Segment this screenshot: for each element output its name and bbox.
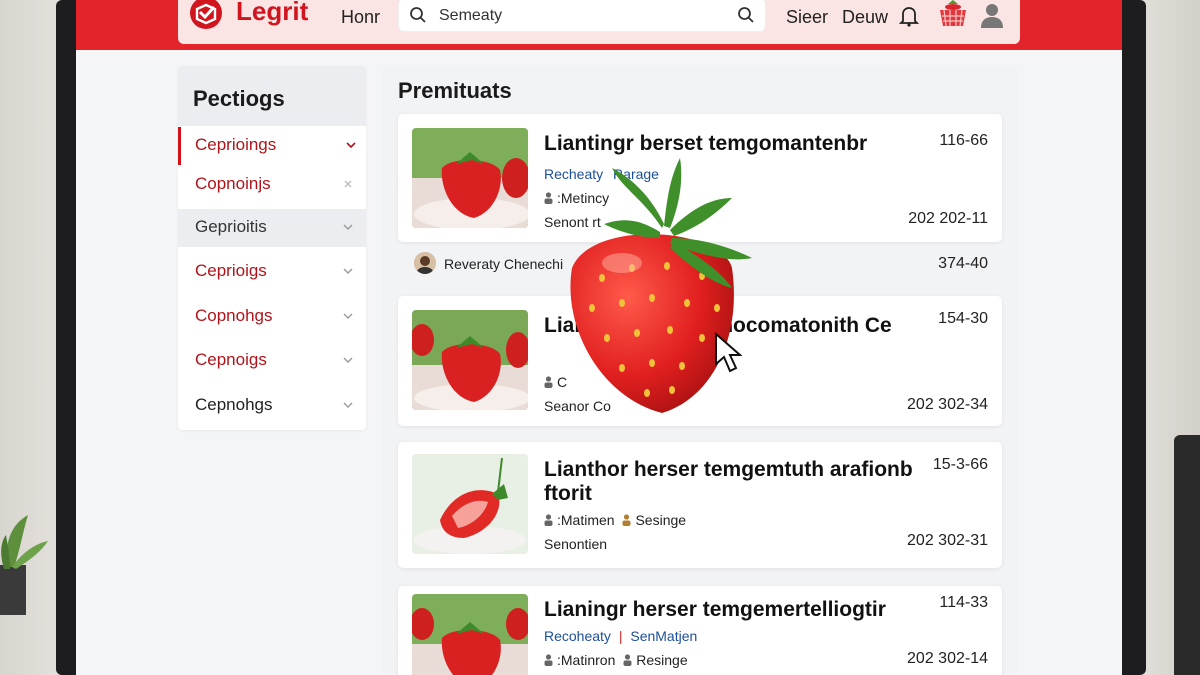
card-meta-text: :Matinron <box>557 652 616 668</box>
product-thumbnail[interactable] <box>412 128 528 228</box>
person-icon <box>623 654 632 666</box>
nav-home-link[interactable]: Honr <box>341 7 380 28</box>
card-title[interactable]: Liantingr berset temgomantenbr <box>544 132 914 156</box>
card-title[interactable]: Lianingr herser temgemertelliogtir <box>544 598 914 622</box>
sidebar-item-label: Ceprioigs <box>195 261 267 280</box>
card-count: 15-3-66 <box>932 456 988 473</box>
sidebar-item-label: Copnohgs <box>195 306 273 325</box>
chevron-down-icon <box>343 313 353 319</box>
card-title[interactable]: Lianthor herser temgemtuth arafionb ftor… <box>544 458 914 506</box>
sidebar-item-cepnohgs[interactable]: Cepnohgs <box>178 387 366 425</box>
card-meta-seller: Senontien <box>544 536 608 552</box>
card-date: 202 302-34 <box>907 396 988 413</box>
product-card[interactable]: Lianingr herser temgemertelliogtir Recoh… <box>398 586 1002 675</box>
card-meta-author: :Matinron Resinge <box>544 652 688 668</box>
card-count: 114-33 <box>939 594 988 611</box>
chevron-down-icon <box>343 224 353 230</box>
user-icon[interactable] <box>980 2 1004 28</box>
person-icon <box>544 514 553 526</box>
sidebar-item-cepnoigs[interactable]: Cepnoigs <box>178 342 366 380</box>
sidebar-item-label: Cepnohgs <box>195 395 273 414</box>
product-thumbnail[interactable] <box>412 310 528 410</box>
sidebar-item-label: Ceprioings <box>195 135 277 154</box>
mouse-cursor-icon <box>715 332 742 373</box>
search-submit-icon[interactable] <box>737 6 755 24</box>
sidebar-item-label: Geprioitis <box>195 217 267 236</box>
sidebar-item-ceprioigs[interactable]: Ceprioigs <box>178 253 366 291</box>
sidebar: Pectiogs Ceprioings Copnoinjs Geprioitis… <box>178 66 366 430</box>
search-input[interactable] <box>437 5 731 27</box>
sidebar-header: Pectiogs <box>178 66 366 126</box>
search-icon <box>410 7 426 23</box>
chevron-down-icon <box>346 142 356 149</box>
sidebar-item-geprioitis[interactable]: Geprioitis <box>178 209 366 247</box>
list-item-count: 374-40 <box>938 255 988 272</box>
card-date: 202 302-31 <box>907 532 988 549</box>
chevron-down-icon <box>343 402 353 408</box>
separator: | <box>618 628 623 644</box>
card-meta-category[interactable]: Recoheaty | SenMatjen <box>544 628 697 644</box>
sidebar-item-ceprioings[interactable]: Ceprioings <box>178 127 369 165</box>
brand-name[interactable]: Legrit <box>236 0 308 27</box>
bell-icon[interactable] <box>899 5 919 27</box>
product-card[interactable]: Lianthor herser temgemtuth arafionb ftor… <box>398 442 1002 568</box>
sidebar-item-label: Copnoinjs <box>195 174 271 193</box>
page-title: Premituats <box>398 78 512 103</box>
card-count: 154-30 <box>938 310 988 327</box>
logo-icon[interactable] <box>188 0 224 30</box>
nav-deuw-link[interactable]: Deuw <box>842 7 888 28</box>
person-icon <box>544 654 553 666</box>
list-item-name: Reveraty Chenechi <box>444 256 564 272</box>
header-bar: Legrit Honr Sieer Deuw <box>178 0 1020 44</box>
card-count: 116-66 <box>939 132 988 149</box>
search-box[interactable] <box>398 0 766 32</box>
card-meta-text: Sesinge <box>635 512 687 528</box>
chevron-down-icon <box>343 268 353 274</box>
person-icon <box>622 514 631 526</box>
plant-decoration <box>0 515 48 615</box>
card-meta-text: Recoheaty <box>544 628 611 644</box>
basket-icon[interactable] <box>938 0 968 28</box>
sidebar-title: Pectiogs <box>193 86 285 111</box>
avatar <box>414 252 436 274</box>
sidebar-item-label: Cepnoigs <box>195 350 267 369</box>
sidebar-item-copnohgs[interactable]: Copnohgs <box>178 298 366 336</box>
card-date: 202 202-11 <box>908 210 988 227</box>
chevron-down-icon <box>343 357 353 363</box>
speaker-decoration <box>1174 435 1200 675</box>
strawberry-image <box>570 158 752 413</box>
product-thumbnail[interactable] <box>412 454 528 554</box>
card-date: 202 302-14 <box>907 650 988 667</box>
card-meta-author: :Matimen Sesinge <box>544 512 686 528</box>
product-thumbnail[interactable] <box>412 594 528 675</box>
top-header: Legrit Honr Sieer Deuw <box>76 0 1122 50</box>
card-meta-text: Resinge <box>636 652 688 668</box>
nav-sign-link[interactable]: Sieer <box>786 7 828 28</box>
card-meta-text: SenMatjen <box>630 628 698 644</box>
card-meta-text: :Matimen <box>557 512 615 528</box>
close-icon[interactable] <box>342 178 354 190</box>
sidebar-item-copnoinjs[interactable]: Copnoinjs <box>178 166 366 204</box>
